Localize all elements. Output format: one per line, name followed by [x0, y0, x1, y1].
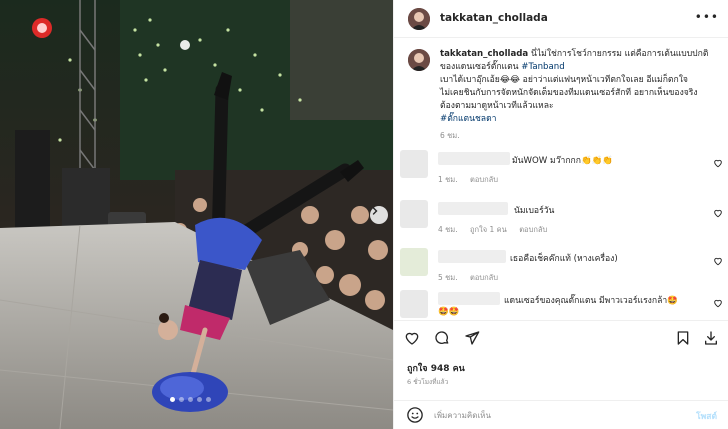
emoji-icon[interactable] — [406, 406, 424, 424]
carousel-dot — [197, 397, 202, 402]
post-photo[interactable] — [0, 0, 393, 429]
carousel-dot — [206, 397, 211, 402]
post-comment-button[interactable]: โพสต์ — [696, 409, 717, 423]
comment-time: 1 ชม. — [438, 175, 458, 184]
caption-username[interactable]: takkatan_chollada — [440, 49, 528, 59]
comment-text: นัมเบอร์วัน — [514, 206, 555, 216]
caption-line-3: เบาได้เบาอุ๊กเอ้ย😂😂 อย่าว่าแต่แฟนๆหน้าเว… — [440, 75, 688, 85]
reply-button[interactable]: ตอบกลับ — [470, 273, 498, 282]
caption-timestamp: 6 ชม. — [440, 131, 460, 140]
comment-item: มันWOW มว๊ากกก👏👏👏 1 ชม. ตอบกลับ — [394, 150, 728, 190]
caption-line-4: ไม่เคยชินกับการจัดหนักจัดเต็มของทีมแดนเซ… — [440, 88, 698, 98]
blurred-username — [438, 250, 506, 263]
post-actions: ถูกใจ 948 คน 6 ชั่วโมงที่แล้ว — [394, 320, 728, 400]
more-horizontal-icon[interactable]: ••• — [695, 10, 719, 24]
comment-input[interactable] — [434, 407, 654, 423]
action-icons — [404, 330, 480, 346]
caption-line-5: ต้องตามมาดูหน้าเวทีแล้วแหละ — [440, 101, 554, 111]
carousel-dot-active — [170, 397, 175, 402]
hashtag-link[interactable]: #ตั๊กแตนชลดา — [440, 114, 497, 124]
next-image-button[interactable] — [370, 206, 388, 224]
comment-text-continued: 🤩🤩 — [438, 307, 460, 317]
post-details-panel: takkatan_chollada ••• takkatan_chollada … — [393, 0, 728, 429]
carousel-indicator — [170, 397, 211, 402]
comment-meta: 5 ชม. ตอบกลับ — [438, 272, 508, 284]
comment-meta: 1 ชม. ตอบกลับ — [438, 174, 508, 186]
caption-line-1: นี่ไม่ใช่การโชว์กายกรรม แต่คือการเต้นแบบ… — [530, 49, 709, 59]
author-avatar[interactable] — [408, 8, 430, 30]
comment-time: 5 ชม. — [438, 273, 458, 282]
post-timestamp: 6 ชั่วโมงที่แล้ว — [407, 378, 449, 386]
heart-icon[interactable] — [713, 256, 723, 266]
commenter-avatar[interactable] — [400, 290, 428, 318]
comment-item: เธอคือเช็คค๊กแท้ (หางเครื่อง) 5 ชม. ตอบก… — [394, 248, 728, 288]
hashtag-link[interactable]: #Tanband — [521, 62, 564, 72]
comment-text: เธอคือเช็คค๊กแท้ (หางเครื่อง) — [510, 254, 618, 264]
comment-meta: 4 ชม. ถูกใจ 1 คน ตอบกลับ — [438, 224, 557, 236]
like-count[interactable]: ถูกใจ 948 คน — [407, 361, 465, 375]
comment-icon[interactable] — [434, 330, 450, 346]
blurred-username — [438, 202, 508, 215]
reply-button[interactable]: ตอบกลับ — [470, 175, 498, 184]
commenter-avatar[interactable] — [400, 200, 428, 228]
post-header: takkatan_chollada ••• — [394, 0, 728, 38]
blurred-username — [438, 292, 500, 305]
heart-icon[interactable] — [713, 208, 723, 218]
comment-time: 4 ชม. — [438, 225, 458, 234]
comment-text: มันWOW มว๊ากกก👏👏👏 — [512, 156, 614, 166]
commenter-avatar[interactable] — [400, 150, 428, 178]
comment-text: แดนเซอร์ของคุณตั๊กแตน มีพาวเวอร์แรงกล้า🤩 — [504, 296, 678, 306]
caption-avatar[interactable] — [408, 49, 430, 71]
heart-icon[interactable] — [713, 158, 723, 168]
avatar-image — [408, 49, 430, 71]
download-icon[interactable] — [703, 330, 719, 346]
carousel-dot — [188, 397, 193, 402]
author-username[interactable]: takkatan_chollada — [440, 12, 548, 24]
heart-icon[interactable] — [713, 298, 723, 308]
caption-text: takkatan_chollada นี่ไม่ใช่การโชว์กายกรร… — [440, 48, 720, 126]
like-heart-icon[interactable] — [404, 330, 420, 346]
bookmark-icon[interactable] — [675, 330, 691, 346]
comment-item: นัมเบอร์วัน 4 ชม. ถูกใจ 1 คน ตอบกลับ — [394, 200, 728, 240]
add-comment-bar: โพสต์ — [394, 400, 728, 429]
caption-line-2: ของแดนเซอร์ตั๊กแตน — [440, 62, 522, 72]
chevron-right-icon — [372, 207, 378, 215]
blurred-username — [438, 152, 510, 165]
commenter-avatar[interactable] — [400, 248, 428, 276]
comment-likes[interactable]: ถูกใจ 1 คน — [470, 225, 507, 234]
share-send-icon[interactable] — [464, 330, 480, 346]
carousel-dot — [179, 397, 184, 402]
avatar-image — [408, 8, 430, 30]
photo-illustration — [0, 0, 393, 429]
reply-button[interactable]: ตอบกลับ — [519, 225, 547, 234]
